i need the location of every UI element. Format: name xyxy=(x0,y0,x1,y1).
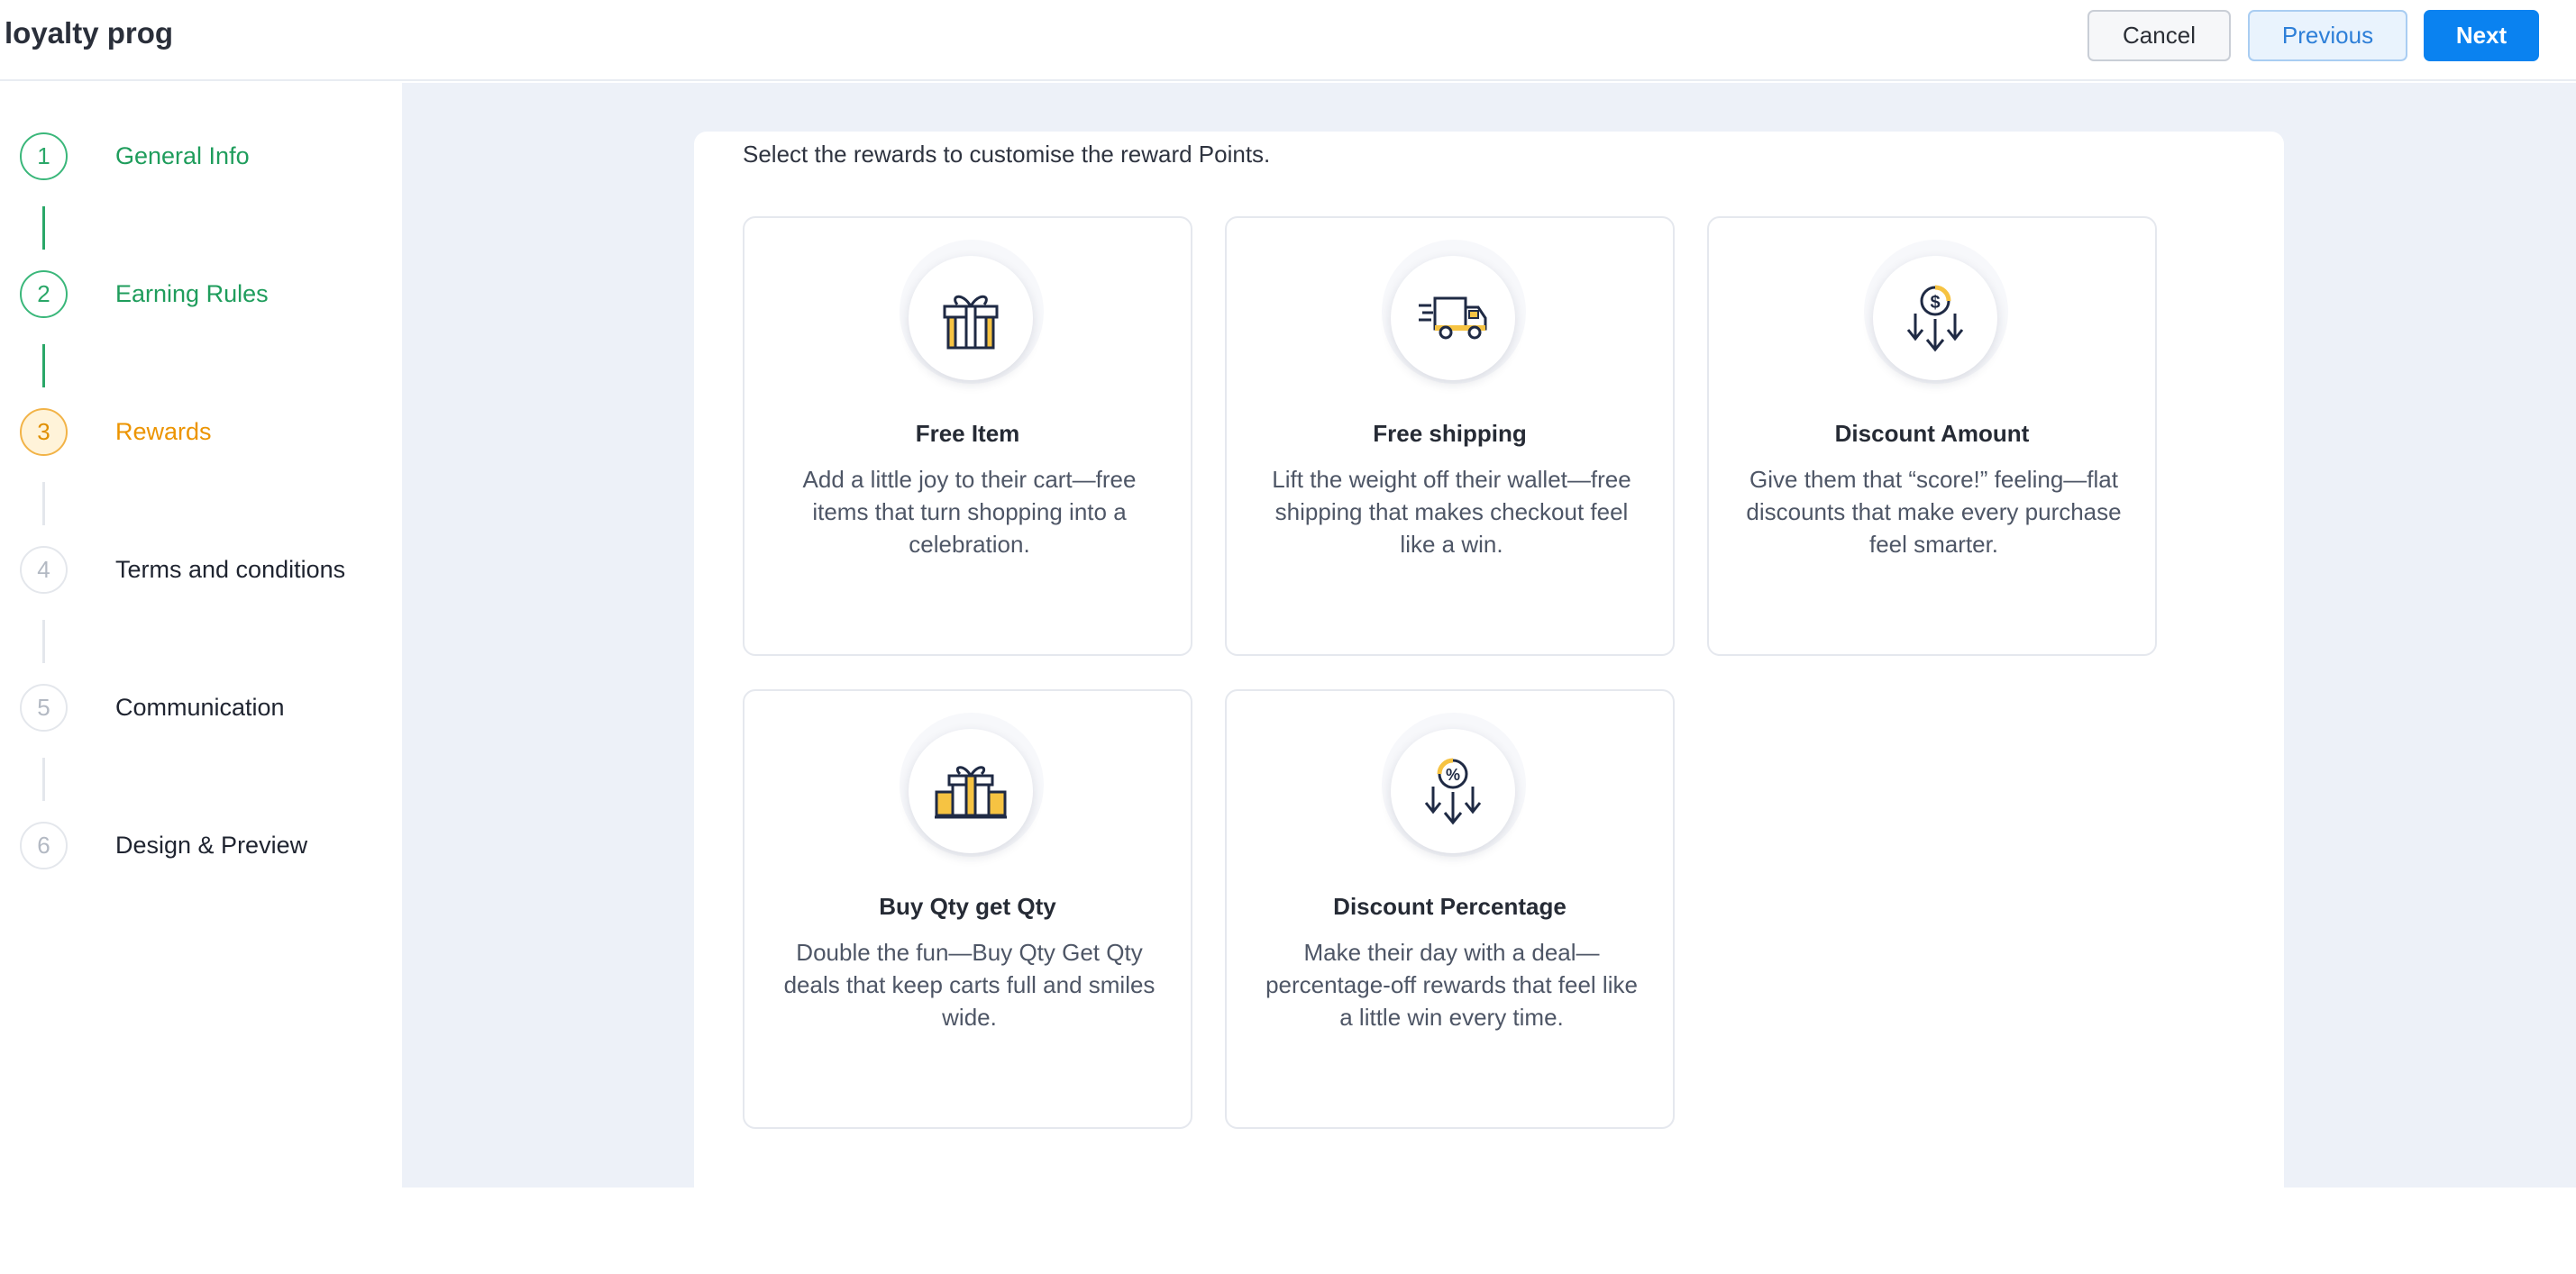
step-number-badge: 5 xyxy=(20,683,68,732)
page-title: loyalty prog xyxy=(5,16,174,50)
reward-title: Discount Amount xyxy=(1834,420,2030,447)
step-communication[interactable]: 5 Communication xyxy=(20,683,285,732)
gift-icon xyxy=(909,256,1033,380)
reward-title: Free shipping xyxy=(1373,420,1527,447)
footer-area xyxy=(0,1188,2576,1274)
reward-card-discount-amount[interactable]: $ Discount Amount Give them that “score!… xyxy=(1707,216,2157,656)
step-number-badge: 4 xyxy=(20,545,68,594)
svg-text:$: $ xyxy=(1930,293,1940,313)
percent-coin-down-arrows-icon: % xyxy=(1391,729,1515,853)
reward-title: Free Item xyxy=(915,420,1020,447)
step-label: Earning Rules xyxy=(115,279,269,307)
rewards-panel: Select the rewards to customise the rewa… xyxy=(694,132,2284,1188)
previous-button[interactable]: Previous xyxy=(2248,10,2407,61)
step-general-info[interactable]: 1 General Info xyxy=(20,132,250,180)
step-connector xyxy=(42,482,45,525)
step-connector xyxy=(42,758,45,801)
next-button[interactable]: Next xyxy=(2424,10,2539,61)
step-design-and-preview[interactable]: 6 Design & Preview xyxy=(20,821,307,869)
reward-card-free-shipping[interactable]: Free shipping Lift the weight off their … xyxy=(1225,216,1675,656)
step-terms-and-conditions[interactable]: 4 Terms and conditions xyxy=(20,545,345,594)
reward-card-free-item[interactable]: Free Item Add a little joy to their cart… xyxy=(743,216,1192,656)
cancel-button[interactable]: Cancel xyxy=(2087,10,2231,61)
step-number-badge: 6 xyxy=(20,821,68,869)
step-label: Design & Preview xyxy=(115,831,308,859)
step-label: General Info xyxy=(115,141,250,169)
reward-description: Add a little joy to their cart—free item… xyxy=(802,466,1137,558)
step-number-badge: 3 xyxy=(20,407,68,456)
delivery-truck-icon xyxy=(1391,256,1515,380)
step-label: Terms and conditions xyxy=(115,555,346,583)
main-content: Select the rewards to customise the rewa… xyxy=(402,83,2576,1188)
reward-card-discount-percentage[interactable]: % Discount Percentage Make their day wit… xyxy=(1225,689,1675,1129)
wizard-stepper: 1 General Info 2 Earning Rules 3 Rewards… xyxy=(0,83,402,1188)
step-number-badge: 2 xyxy=(20,269,68,318)
step-earning-rules[interactable]: 2 Earning Rules xyxy=(20,269,269,318)
dollar-coin-down-arrows-icon: $ xyxy=(1873,256,1997,380)
step-rewards[interactable]: 3 Rewards xyxy=(20,407,212,456)
reward-description: Make their day with a deal—percentage-of… xyxy=(1265,939,1638,1031)
reward-description: Give them that “score!” feeling—flat dis… xyxy=(1746,466,2122,558)
reward-description: Double the fun—Buy Qty Get Qty deals tha… xyxy=(783,939,1156,1031)
rewards-instruction: Select the rewards to customise the rewa… xyxy=(743,141,1271,168)
gift-boxes-icon xyxy=(909,729,1033,853)
top-header: loyalty prog Cancel Previous Next xyxy=(0,0,2576,81)
svg-text:%: % xyxy=(1446,766,1460,784)
step-connector xyxy=(42,206,45,250)
step-label: Communication xyxy=(115,693,285,721)
step-connector xyxy=(42,344,45,387)
step-connector xyxy=(42,620,45,663)
step-number-badge: 1 xyxy=(20,132,68,180)
reward-title: Discount Percentage xyxy=(1333,893,1567,920)
reward-title: Buy Qty get Qty xyxy=(879,893,1056,920)
reward-description: Lift the weight off their wallet—free sh… xyxy=(1272,466,1631,558)
page: loyalty prog Cancel Previous Next 1 Gene… xyxy=(0,0,2576,1274)
reward-card-buy-qty-get-qty[interactable]: Buy Qty get Qty Double the fun—Buy Qty G… xyxy=(743,689,1192,1129)
step-label: Rewards xyxy=(115,417,212,445)
